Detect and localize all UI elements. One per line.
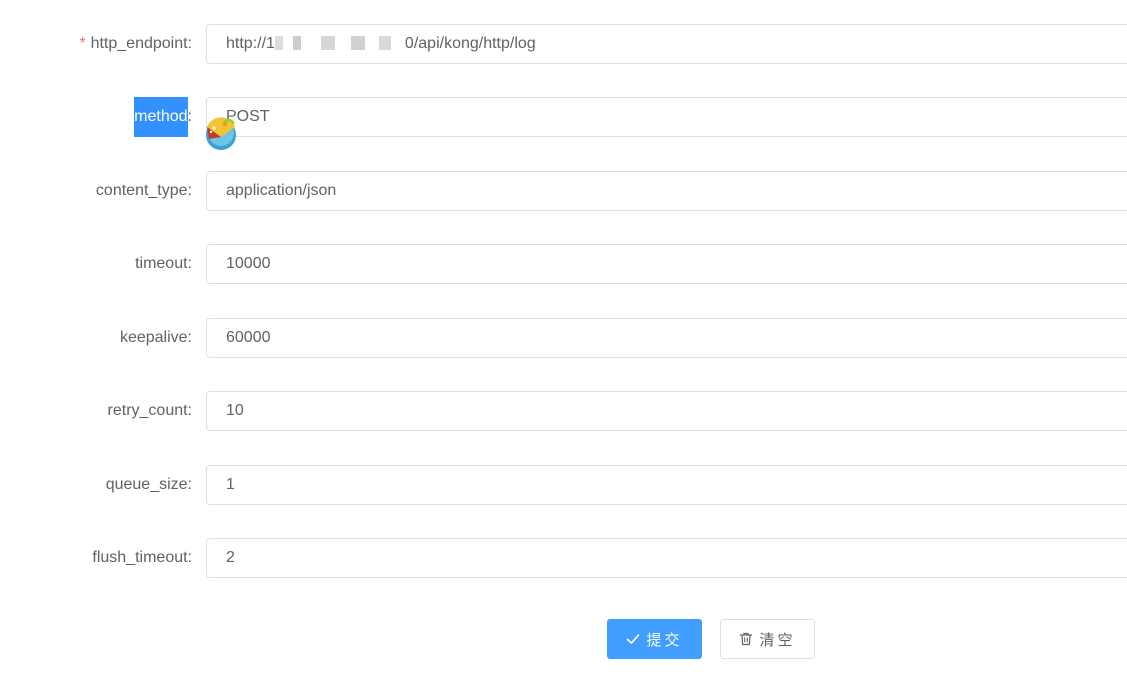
method-label-colon: :	[187, 108, 192, 125]
timeout-input[interactable]	[206, 244, 1127, 284]
form-row-method: method:	[0, 97, 1127, 137]
form-row-retry-count: retry_count:	[0, 391, 1127, 431]
form-row-queue-size: queue_size:	[0, 465, 1127, 505]
required-mark: *	[79, 35, 86, 52]
queue-size-label: queue_size:	[105, 476, 192, 493]
trash-icon	[740, 632, 753, 646]
flush-timeout-input[interactable]	[206, 538, 1127, 578]
form-row-keepalive: keepalive:	[0, 318, 1127, 358]
retry-count-label: retry_count:	[107, 402, 192, 419]
content-type-label: content_type:	[95, 182, 192, 199]
plugin-config-form: * http_endpoint: http://1 0/api/kong/http/…	[0, 0, 1127, 680]
http-endpoint-label: * http_endpoint:	[0, 24, 192, 64]
queue-size-input[interactable]	[206, 465, 1127, 505]
http-endpoint-value-suffix: 0/api/kong/http/log	[404, 35, 536, 52]
timeout-label: timeout:	[135, 255, 192, 272]
retry-count-input[interactable]	[206, 391, 1127, 431]
http-endpoint-value-prefix: http://1	[226, 35, 275, 52]
content-type-input[interactable]	[206, 171, 1127, 211]
redacted-host-mask	[274, 36, 405, 50]
method-input[interactable]	[206, 97, 1127, 137]
http-endpoint-label-text: http_endpoint:	[90, 35, 192, 52]
method-label: method:	[0, 97, 192, 137]
method-label-selected-text: method	[134, 97, 188, 137]
flush-timeout-label: flush_timeout:	[92, 549, 192, 566]
form-row-flush-timeout: flush_timeout:	[0, 538, 1127, 578]
clear-button-label: 清空	[759, 630, 796, 649]
form-row-content-type: content_type:	[0, 171, 1127, 211]
submit-button-label: 提交	[646, 630, 683, 649]
form-row-http-endpoint: * http_endpoint: http://1 0/api/kong/http/…	[0, 24, 1127, 64]
keepalive-input[interactable]	[206, 318, 1127, 358]
clear-button[interactable]: 清空	[720, 619, 815, 659]
keepalive-label: keepalive:	[119, 329, 192, 346]
http-endpoint-input[interactable]: http://1 0/api/kong/http/log	[206, 24, 1127, 64]
submit-button[interactable]: 提交	[607, 619, 702, 659]
overlay-cursor-icon	[206, 117, 236, 150]
check-icon	[627, 634, 640, 644]
form-row-timeout: timeout:	[0, 244, 1127, 284]
